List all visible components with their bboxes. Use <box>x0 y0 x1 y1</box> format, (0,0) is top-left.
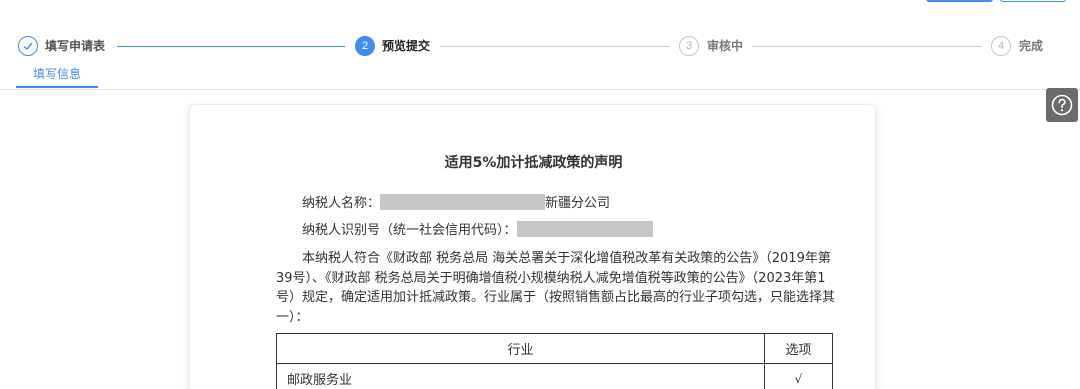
top-primary-button[interactable] <box>926 0 993 2</box>
tab-divider <box>0 89 1080 90</box>
step-connector-1 <box>117 46 345 47</box>
top-secondary-button[interactable] <box>1000 0 1066 2</box>
help-button[interactable] <box>1046 88 1078 122</box>
step-3-number: 3 <box>679 36 699 56</box>
step-3-label: 审核中 <box>707 39 744 53</box>
step-4-number: 4 <box>991 36 1011 56</box>
declaration-card: 适用5%加计抵减政策的声明 纳税人名称： 新疆分公司 纳税人识别号（统一社会信用代… <box>189 104 876 389</box>
application-page: 填写申请表 2 预览提交 3 审核中 4 完成 填写信息 适用5%加计抵减政策的… <box>0 0 1080 389</box>
tab-fill-info[interactable]: 填写信息 <box>16 66 98 88</box>
taxpayer-id-line: 纳税人识别号（统一社会信用代码）： <box>302 221 653 239</box>
declaration-title: 适用5%加计抵减政策的声明 <box>444 155 623 171</box>
taxpayer-name-redaction <box>380 194 546 210</box>
industry-table: 行业 选项 邮政服务业 √ <box>276 333 833 389</box>
taxpayer-name-suffix: 新疆分公司 <box>545 196 611 211</box>
step-connector-2 <box>440 46 670 47</box>
step-1-label: 填写申请表 <box>45 39 106 53</box>
column-option: 选项 <box>764 333 833 364</box>
step-2-number: 2 <box>355 36 375 56</box>
industry-name: 邮政服务业 <box>276 363 765 389</box>
step-2-label: 预览提交 <box>382 39 431 53</box>
question-icon <box>1051 94 1073 116</box>
step-1-check-icon <box>18 36 38 56</box>
taxpayer-id-redaction <box>516 221 653 237</box>
taxpayer-name-line: 纳税人名称： 新疆分公司 <box>302 194 610 212</box>
step-connector-3 <box>752 46 982 47</box>
step-4-label: 完成 <box>1019 39 1044 53</box>
option-check[interactable]: √ <box>764 363 833 389</box>
column-industry: 行业 <box>276 333 765 364</box>
declaration-paragraph: 本纳税人符合《财政部 税务总局 海关总署关于深化增值税改革有关政策的公告》（20… <box>276 249 836 327</box>
taxpayer-id-label: 纳税人识别号（统一社会信用代码）： <box>302 223 517 238</box>
table-header-row: 行业 选项 <box>276 333 833 364</box>
taxpayer-name-label: 纳税人名称： <box>302 196 381 211</box>
declaration-paragraph-text: 本纳税人符合《财政部 税务总局 海关总署关于深化增值税改革有关政策的公告》（20… <box>276 251 836 325</box>
progress-steps: 填写申请表 2 预览提交 3 审核中 4 完成 <box>0 36 1080 58</box>
table-row: 邮政服务业 √ <box>276 363 833 389</box>
